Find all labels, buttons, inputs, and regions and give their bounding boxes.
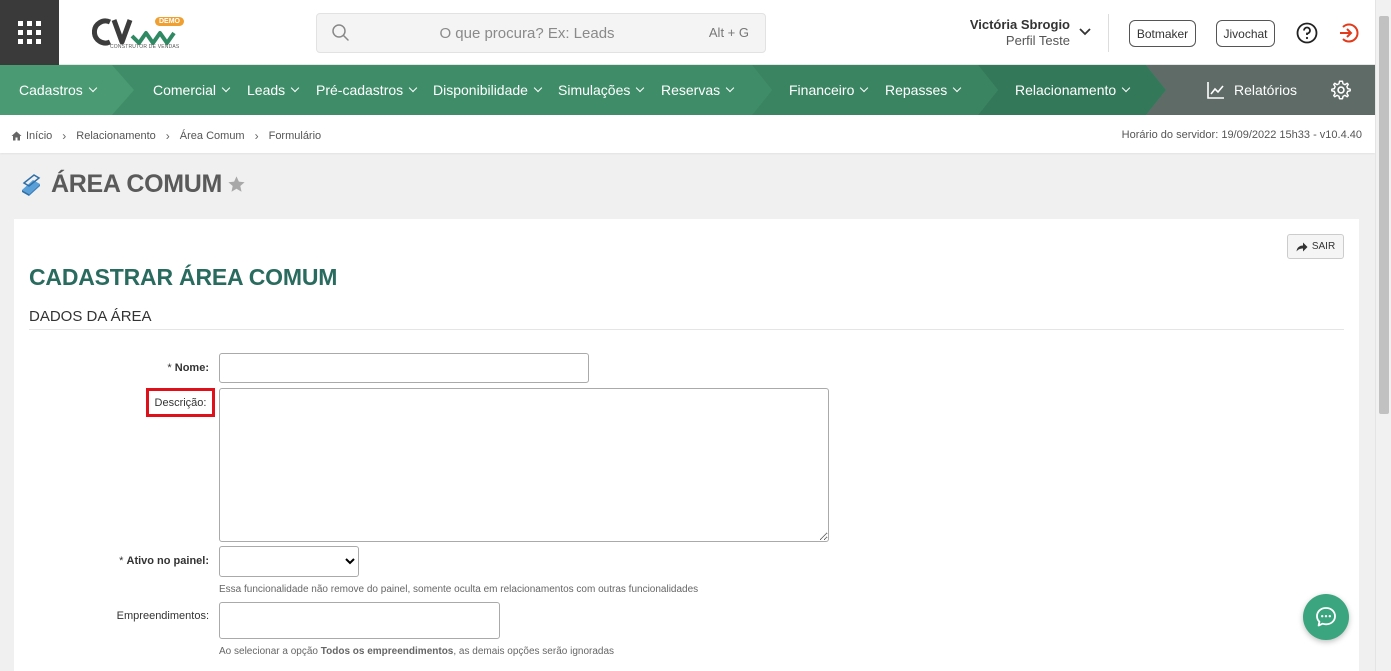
logout-icon[interactable] bbox=[1337, 22, 1359, 44]
hint-suffix: , as demais opções serão ignoradas bbox=[453, 646, 615, 657]
user-menu[interactable]: Victória Sbrogio Perfil Teste bbox=[930, 17, 1070, 48]
breadcrumb: Início › Relacionamento › Área Comum › F… bbox=[11, 129, 321, 143]
form-card: SAIR CADASTRAR ÁREA COMUM DADOS DA ÁREA … bbox=[14, 219, 1359, 671]
area-comum-icon bbox=[22, 173, 41, 196]
breadcrumb-separator: › bbox=[62, 129, 67, 143]
search-input[interactable] bbox=[377, 14, 677, 52]
home-icon bbox=[11, 131, 22, 141]
ativo-select[interactable] bbox=[219, 546, 359, 577]
chevron-down-icon[interactable] bbox=[1078, 25, 1092, 39]
page-title-row: ÁREA COMUM bbox=[18, 170, 246, 199]
chart-line-icon bbox=[1207, 82, 1224, 99]
server-time: Horário do servidor: 19/09/2022 15h33 - … bbox=[1121, 129, 1362, 141]
page-title: ÁREA COMUM bbox=[51, 170, 223, 198]
exit-label: SAIR bbox=[1311, 241, 1336, 252]
breadcrumb-area-comum[interactable]: Área Comum bbox=[180, 130, 245, 142]
nav-repasses[interactable]: Repasses bbox=[885, 65, 962, 115]
nav-financeiro[interactable]: Financeiro bbox=[789, 65, 869, 115]
section-divider bbox=[29, 329, 1344, 330]
botmaker-button[interactable]: Botmaker bbox=[1129, 20, 1196, 47]
nome-label-text: Nome: bbox=[174, 362, 209, 374]
user-name: Victória Sbrogio bbox=[969, 17, 1070, 32]
descricao-label: Descrição: bbox=[146, 388, 215, 417]
breadcrumb-inicio[interactable]: Início bbox=[26, 130, 52, 142]
required-mark: * bbox=[167, 362, 172, 374]
apps-menu-button[interactable] bbox=[0, 0, 59, 65]
user-profile: Perfil Teste bbox=[1005, 33, 1070, 48]
jivochat-button[interactable]: Jivochat bbox=[1216, 20, 1275, 47]
hint-bold: Todos os empreendimentos bbox=[320, 646, 454, 657]
breadcrumb-bar: Início › Relacionamento › Área Comum › F… bbox=[0, 115, 1375, 153]
scrollbar-thumb[interactable] bbox=[1379, 16, 1389, 414]
hint-prefix: Ao selecionar a opção bbox=[219, 646, 318, 657]
ativo-label: * Ativo no painel: bbox=[119, 555, 209, 567]
nome-input[interactable] bbox=[219, 353, 589, 383]
header-divider bbox=[1108, 14, 1109, 52]
nav-disponibilidade[interactable]: Disponibilidade bbox=[433, 65, 543, 115]
nav-simulacoes[interactable]: Simulações bbox=[558, 65, 645, 115]
help-icon[interactable] bbox=[1296, 22, 1318, 44]
main-nav: Cadastros Comercial Leads Pré-cadastros … bbox=[0, 65, 1375, 115]
apps-grid-icon bbox=[18, 21, 41, 44]
gear-icon[interactable] bbox=[1330, 79, 1352, 101]
star-icon[interactable] bbox=[227, 175, 246, 194]
search-shortcut-hint: Alt + G bbox=[708, 25, 749, 40]
exit-button[interactable]: SAIR bbox=[1287, 234, 1344, 259]
logo-badge: DEMO bbox=[155, 17, 184, 26]
empreendimentos-input[interactable] bbox=[219, 602, 500, 639]
nav-relatorios[interactable]: Relatórios bbox=[1207, 65, 1297, 115]
logo-subtitle: CONSTRUTOR DE VENDAS bbox=[110, 44, 180, 50]
chat-bubble-icon bbox=[1316, 607, 1336, 627]
chat-button[interactable] bbox=[1303, 594, 1349, 640]
empreendimentos-label: Empreendimentos: bbox=[116, 610, 209, 622]
top-header: DEMO CONSTRUTOR DE VENDAS Alt + G Victór… bbox=[0, 0, 1375, 65]
search-icon bbox=[332, 24, 349, 41]
breadcrumb-formulario: Formulário bbox=[268, 130, 322, 142]
breadcrumb-separator: › bbox=[254, 129, 259, 143]
nav-relacionamento[interactable]: Relacionamento bbox=[1015, 65, 1131, 115]
descricao-textarea[interactable] bbox=[219, 388, 829, 542]
nav-cadastros[interactable]: Cadastros bbox=[19, 65, 98, 115]
nav-comercial[interactable]: Comercial bbox=[153, 65, 231, 115]
page-scrollbar[interactable] bbox=[1375, 0, 1391, 671]
required-mark: * bbox=[119, 555, 124, 567]
form-title: CADASTRAR ÁREA COMUM bbox=[29, 264, 338, 290]
nav-leads[interactable]: Leads bbox=[247, 65, 300, 115]
share-arrow-icon bbox=[1296, 242, 1308, 251]
section-title: DADOS DA ÁREA bbox=[29, 308, 152, 325]
breadcrumb-relacionamento[interactable]: Relacionamento bbox=[76, 130, 156, 142]
ativo-label-text: Ativo no painel: bbox=[126, 555, 210, 567]
ativo-hint: Essa funcionalidade não remove do painel… bbox=[219, 584, 699, 595]
nav-pre-cadastros[interactable]: Pré-cadastros bbox=[316, 65, 418, 115]
nome-label: * Nome: bbox=[167, 362, 209, 374]
nav-reservas[interactable]: Reservas bbox=[661, 65, 735, 115]
empreendimentos-hint: Ao selecionar a opção Todos os empreendi… bbox=[219, 646, 614, 657]
global-search[interactable]: Alt + G bbox=[316, 13, 766, 53]
breadcrumb-separator: › bbox=[165, 129, 170, 143]
